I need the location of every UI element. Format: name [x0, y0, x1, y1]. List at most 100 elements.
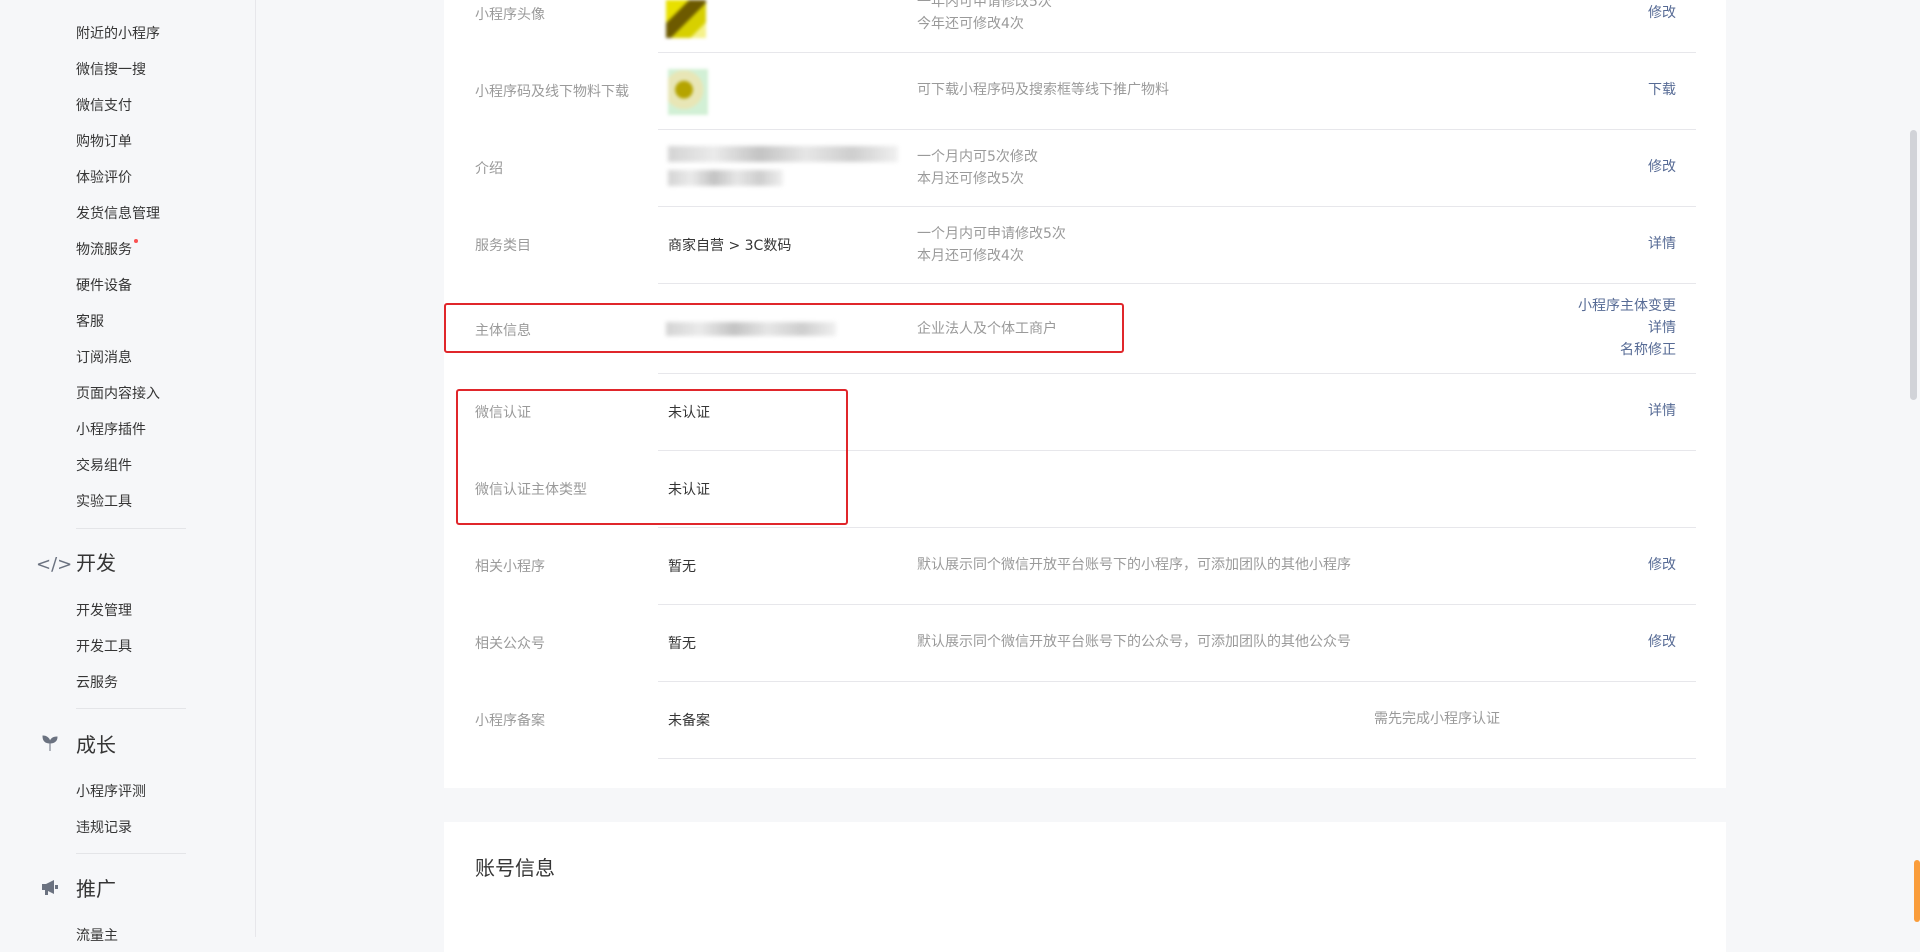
sidebar-item-label: 订阅消息: [76, 350, 132, 366]
scrollbar-thumb[interactable]: [1910, 130, 1917, 400]
sidebar-item-label: 开发工具: [76, 639, 132, 655]
sidebar-item-shopping-orders[interactable]: 购物订单: [76, 132, 132, 152]
section-label: 成长: [76, 733, 116, 757]
sidebar: 附近的小程序 微信搜一搜 微信支付 购物订单 体验评价 发货信息管理 物流服务 …: [0, 0, 256, 944]
sidebar-section-develop[interactable]: </> 开发: [36, 548, 116, 578]
row-label: 相关小程序: [475, 559, 545, 575]
row-label: 小程序码及线下物料下载: [475, 84, 629, 100]
download-qrcode-link[interactable]: 下载: [1648, 79, 1676, 101]
row-label: 相关公众号: [475, 636, 545, 652]
sidebar-item-label: 发货信息管理: [76, 206, 160, 222]
info-row-category: 服务类目 商家自营 > 3C数码 一个月内可申请修改5次 本月还可修改4次 详情: [444, 207, 1726, 284]
sidebar-item-wechat-search[interactable]: 微信搜一搜: [76, 60, 146, 80]
section-label: 开发: [76, 551, 116, 575]
row-label: 介绍: [475, 161, 503, 177]
row-divider: [658, 758, 1696, 759]
modify-related-miniprograms-link[interactable]: 修改: [1648, 554, 1676, 576]
row-value: 暂无: [668, 636, 696, 652]
row-tip: 一个月内可5次修改 本月还可修改5次: [917, 149, 1038, 187]
sidebar-item-lab-tools[interactable]: 实验工具: [76, 492, 132, 512]
sidebar-item-label: 云服务: [76, 675, 118, 691]
scroll-accent-bar: [1914, 860, 1920, 922]
info-row-avatar: 小程序头像 一年内可申请修改5次 今年还可修改4次 修改: [444, 0, 1726, 53]
row-label: 小程序头像: [475, 7, 545, 23]
sidebar-item-logistics[interactable]: 物流服务: [76, 239, 138, 260]
redacted-intro-text: [668, 170, 783, 186]
sidebar-item-page-content[interactable]: 页面内容接入: [76, 384, 160, 404]
filing-note: 需先完成小程序认证: [1374, 711, 1500, 727]
account-info-card: 账号信息: [444, 822, 1726, 952]
sidebar-item-traffic-host[interactable]: 流量主: [76, 926, 118, 946]
new-badge-dot: [134, 239, 138, 243]
sidebar-section-growth[interactable]: 成长: [36, 730, 116, 760]
sidebar-divider: [76, 853, 186, 854]
sidebar-item-label: 页面内容接入: [76, 386, 160, 402]
sidebar-item-nearby-miniprogram[interactable]: 附近的小程序: [76, 24, 160, 44]
sidebar-item-customer-service[interactable]: 客服: [76, 312, 104, 332]
row-label: 服务类目: [475, 238, 531, 254]
row-label: 小程序备案: [475, 713, 545, 729]
modify-avatar-link[interactable]: 修改: [1648, 2, 1676, 24]
row-tip: 默认展示同个微信开放平台账号下的公众号，可添加团队的其他公众号: [917, 634, 1351, 650]
section-label: 推广: [76, 877, 116, 901]
name-correction-link[interactable]: 名称修正: [1578, 339, 1676, 361]
info-row-qrcode: 小程序码及线下物料下载 可下载小程序码及搜索框等线下推广物料 下载: [444, 53, 1726, 130]
sidebar-item-label: 硬件设备: [76, 278, 132, 294]
info-row-related-miniprograms: 相关小程序 暂无 默认展示同个微信开放平台账号下的小程序，可添加团队的其他小程序…: [444, 528, 1726, 605]
page-scrollbar[interactable]: [1906, 0, 1920, 937]
redacted-intro-text: [668, 146, 898, 162]
avatar-image: [666, 0, 706, 38]
sidebar-item-label: 附近的小程序: [76, 26, 160, 42]
sidebar-item-dev-tools[interactable]: 开发工具: [76, 637, 132, 657]
sidebar-item-violations[interactable]: 违规记录: [76, 818, 132, 838]
sidebar-item-label: 客服: [76, 314, 104, 330]
row-tip: 一年内可申请修改5次 今年还可修改4次: [917, 0, 1052, 32]
sidebar-item-label: 微信搜一搜: [76, 62, 146, 78]
sidebar-item-plugins[interactable]: 小程序插件: [76, 420, 146, 440]
sidebar-item-label: 物流服务: [76, 242, 132, 258]
qrcode-image: [668, 69, 708, 115]
sidebar-item-shipping-info[interactable]: 发货信息管理: [76, 204, 160, 224]
sidebar-item-experience-review[interactable]: 体验评价: [76, 168, 132, 188]
entity-detail-link[interactable]: 详情: [1578, 317, 1676, 339]
row-tip: 一个月内可申请修改5次 本月还可修改4次: [917, 226, 1066, 264]
entity-actions: 小程序主体变更 详情 名称修正: [1578, 295, 1676, 361]
entity-change-link[interactable]: 小程序主体变更: [1578, 295, 1676, 317]
sidebar-item-label: 体验评价: [76, 170, 132, 186]
sidebar-item-label: 违规记录: [76, 820, 132, 836]
sidebar-item-label: 小程序评测: [76, 784, 146, 800]
info-row-related-accounts: 相关公众号 暂无 默认展示同个微信开放平台账号下的公众号，可添加团队的其他公众号…: [444, 605, 1726, 682]
sidebar-item-wechat-pay[interactable]: 微信支付: [76, 96, 132, 116]
account-info-title: 账号信息: [475, 856, 555, 880]
row-tip: 默认展示同个微信开放平台账号下的小程序，可添加团队的其他小程序: [917, 557, 1351, 573]
sidebar-item-label: 购物订单: [76, 134, 132, 150]
sidebar-item-label: 小程序插件: [76, 422, 146, 438]
megaphone-icon: [36, 876, 64, 906]
row-value: 暂无: [668, 559, 696, 575]
sidebar-item-trade-components[interactable]: 交易组件: [76, 456, 132, 476]
sidebar-item-label: 开发管理: [76, 603, 132, 619]
certification-detail-link[interactable]: 详情: [1648, 400, 1676, 422]
sidebar-section-promote[interactable]: 推广: [36, 874, 116, 904]
sidebar-item-label: 实验工具: [76, 494, 132, 510]
sprout-icon: [36, 732, 64, 762]
basic-info-card: 小程序头像 一年内可申请修改5次 今年还可修改4次 修改 小程序码及线下物料下载 …: [444, 0, 1726, 788]
row-value: 未备案: [668, 713, 710, 729]
category-detail-link[interactable]: 详情: [1648, 233, 1676, 255]
sidebar-item-label: 交易组件: [76, 458, 132, 474]
annotation-box-certification: [456, 389, 848, 525]
modify-related-accounts-link[interactable]: 修改: [1648, 631, 1676, 653]
sidebar-item-evaluation[interactable]: 小程序评测: [76, 782, 146, 802]
code-icon: </>: [36, 554, 73, 575]
sidebar-divider: [76, 708, 186, 709]
row-value: 商家自营 > 3C数码: [668, 238, 792, 254]
sidebar-item-hardware[interactable]: 硬件设备: [76, 276, 132, 296]
sidebar-item-label: 微信支付: [76, 98, 132, 114]
sidebar-item-dev-management[interactable]: 开发管理: [76, 601, 132, 621]
modify-intro-link[interactable]: 修改: [1648, 156, 1676, 178]
annotation-box-entity: [444, 303, 1124, 353]
sidebar-item-subscription[interactable]: 订阅消息: [76, 348, 132, 368]
sidebar-item-cloud-service[interactable]: 云服务: [76, 673, 118, 693]
sidebar-divider: [76, 528, 186, 529]
info-row-intro: 介绍 一个月内可5次修改 本月还可修改5次 修改: [444, 130, 1726, 207]
